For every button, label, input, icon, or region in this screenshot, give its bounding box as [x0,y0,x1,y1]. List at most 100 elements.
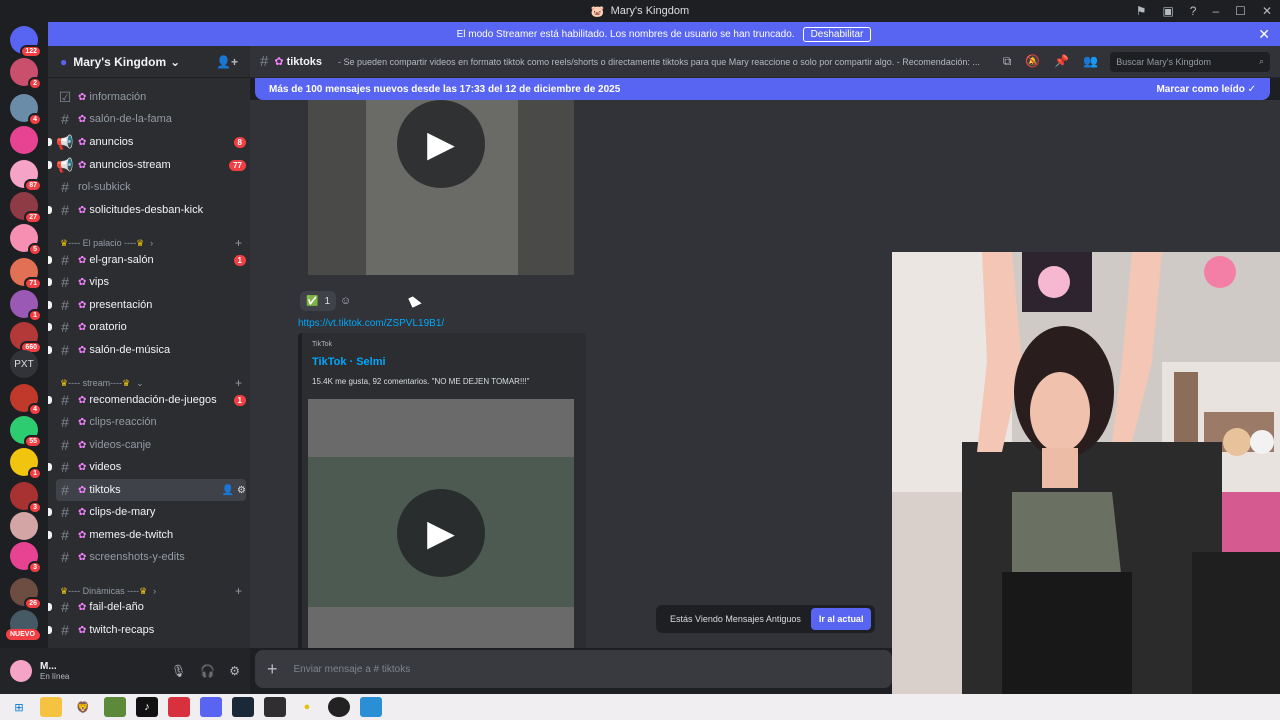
home-button[interactable]: 122 [10,26,42,58]
channel-item-clips-reaccion[interactable]: # ✿ clips-reacción [56,411,246,433]
server-icon[interactable]: 2 [10,58,42,90]
new-messages-bar[interactable]: Más de 100 mensajes nuevos desde las 17:… [255,78,1270,100]
gear-icon[interactable]: ⚙ [237,485,246,496]
gear-icon[interactable]: ⚙ [229,664,240,678]
invite-icon[interactable]: 👤 [222,485,234,496]
add-attachment-icon[interactable]: + [267,659,278,680]
invite-people-icon[interactable]: 👤+ [216,55,238,69]
channel-item-videos-canje[interactable]: # ✿ videos-canje [56,434,246,456]
server-icon[interactable] [10,126,38,154]
discord-icon[interactable] [200,697,222,717]
flower-icon: ✿ [78,276,87,288]
channel-item-el-gran-salon[interactable]: # ✿ el-gran-salón 1 [48,249,246,271]
new-servers-badge[interactable]: NUEVO [6,629,39,640]
channel-item-videos[interactable]: # ✿ videos [48,456,246,478]
tiktok-icon[interactable]: ♪ [136,697,158,717]
video-embed-2[interactable]: ▶ [308,399,574,648]
bell-muted-icon[interactable]: 🔕 [1025,54,1040,69]
channel-item-tiktoks[interactable]: # ✿ tiktoks 👤 ⚙ [56,479,246,501]
avatar[interactable] [10,660,32,682]
channel-item-informacion[interactable]: ☑ ✿ información [56,86,246,108]
play-icon[interactable]: ▶ [397,100,485,188]
channel-item-anuncios-stream[interactable]: 📢 ✿ anuncios-stream 77 [48,154,246,176]
app-icon-blue[interactable] [360,697,382,717]
create-channel-icon[interactable]: + [235,376,242,390]
channel-item-fail-del-ano[interactable]: # ✿ fail-del-año [48,596,246,618]
server-icon[interactable]: 5 [10,224,42,256]
app-icon-red[interactable] [168,697,190,717]
server-icon[interactable]: 4 [10,94,42,126]
message-link[interactable]: https://vt.tiktok.com/ZSPVL19B1/ [298,318,444,329]
server-icon[interactable]: 3 [10,542,42,574]
channel-item-presentacion[interactable]: # ✿ presentación [48,294,246,316]
server-icon[interactable] [10,512,38,540]
server-icon[interactable]: 1 [10,448,42,480]
channel-item-solicitudes-desban-kick[interactable]: # ✿ solicitudes-desban-kick [48,199,246,221]
headphones-icon[interactable]: 🎧 [200,664,215,678]
inbox-icon[interactable]: ⚑ [1136,4,1147,18]
channel-item-rol-subkick[interactable]: # rol-subkick [56,176,246,198]
monitor-icon[interactable]: ▣ [1162,4,1173,18]
channel-item-twitch-recaps[interactable]: # ✿ twitch-recaps [48,619,246,641]
chevron-right-icon: › [153,586,157,596]
app-icon-yellow[interactable]: ● [296,697,318,717]
server-header[interactable]: ● Mary's Kingdom ⌄ 👤+ [48,46,250,78]
member-list-icon[interactable]: 👥 [1083,54,1098,69]
pin-icon[interactable]: 📌 [1054,54,1069,69]
maximize-button[interactable]: ☐ [1235,4,1246,18]
mark-as-read-button[interactable]: Marcar como leído ✓ [1156,84,1256,95]
jump-to-present-button[interactable]: Ir al actual [810,608,872,630]
user-panel: M... En línea 🎙 🎧 ⚙ [0,648,250,694]
embed-title[interactable]: TikTok · Selmi [312,356,386,368]
server-icon[interactable]: 55 [10,416,42,448]
video-embed-1[interactable]: ▶ [308,100,574,275]
app-icon-dark[interactable] [328,697,350,717]
server-icon-marys-kingdom[interactable]: 87 [10,160,42,192]
steam-icon[interactable] [232,697,254,717]
server-icon[interactable]: 27 [10,192,42,224]
channel-item-salon-de-musica[interactable]: # ✿ salón-de-música [48,339,246,361]
channel-item-memes-de-twitch[interactable]: # ✿ memes-de-twitch [48,524,246,546]
crown-icon: ♛ [136,237,145,248]
category-el-palacio[interactable]: ♛ ---- El palacio ---- ♛ › + [60,236,242,250]
search-input[interactable]: Buscar Mary's Kingdom ⌕ [1110,51,1270,72]
server-shield-icon: ● [60,54,68,69]
channel-item-oratorio[interactable]: # ✿ oratorio [48,316,246,338]
play-icon[interactable]: ▶ [397,489,485,577]
close-window-button[interactable]: ✕ [1262,4,1272,18]
server-icon[interactable]: 4 [10,384,42,416]
disable-streamer-button[interactable]: Deshabilitar [802,26,872,42]
channel-header: # ✿ tiktoks - Se pueden compartir videos… [250,46,1280,78]
windows-start-icon[interactable]: ⊞ [8,697,30,717]
close-banner-icon[interactable]: ✕ [1258,26,1270,43]
channel-item-screenshots-y-edits[interactable]: # ✿ screenshots-y-edits [56,546,246,568]
unread-indicator [48,278,52,286]
channel-item-vips[interactable]: # ✿ vips [48,271,246,293]
server-icon[interactable]: 1 [10,290,42,322]
server-icon[interactable]: 26 [10,578,42,610]
microphone-icon[interactable]: 🎙 [171,664,186,678]
threads-icon[interactable]: ⧉ [1003,54,1012,69]
channel-item-clips-de-mary[interactable]: # ✿ clips-de-mary [48,501,246,523]
hash-icon: # [61,414,69,430]
create-channel-icon[interactable]: + [235,236,242,250]
channel-item-recomendacion-de-juegos[interactable]: # ✿ recomendación-de-juegos 1 [48,389,246,411]
channel-item-salon-de-la-fama[interactable]: # ✿ salón-de-la-fama [56,108,246,130]
message-composer[interactable]: + Enviar mensaje a # tiktoks [255,650,892,688]
username: M... [40,661,57,672]
server-icon[interactable]: 3 [10,482,42,514]
brave-browser-icon[interactable]: 🦁 [72,697,94,717]
help-icon[interactable]: ? [1190,4,1197,18]
reaction-checkmark[interactable]: ✅ 1 [300,291,337,311]
minecraft-icon[interactable] [104,697,126,717]
minimize-button[interactable]: – [1212,4,1219,18]
obs-icon[interactable] [264,697,286,717]
file-explorer-icon[interactable] [40,697,62,717]
server-icon-pxt[interactable]: PXT [10,350,38,378]
add-reaction-icon[interactable]: ☺ [340,295,351,307]
category-stream[interactable]: ♛ ---- stream---- ♛ ⌄ + [60,376,242,390]
channel-item-anuncios[interactable]: 📢 ✿ anuncios 8 [48,131,246,153]
channel-topic[interactable]: - Se pueden compartir videos en formato … [338,57,987,67]
server-icon[interactable]: 71 [10,258,42,290]
server-icon[interactable]: 660 [10,322,42,354]
